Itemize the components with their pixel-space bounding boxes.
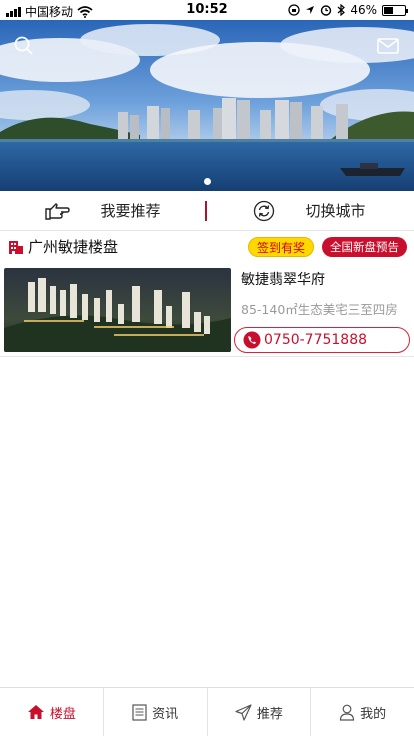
tab-news[interactable]: 资讯 <box>104 688 208 736</box>
hero-banner[interactable] <box>0 20 414 191</box>
section-header: 广州敏捷楼盘 签到有奖 全国新盘预告 <box>0 233 414 259</box>
user-icon <box>340 704 355 721</box>
refresh-icon <box>254 200 275 221</box>
tab-profile[interactable]: 我的 <box>311 688 414 736</box>
building-icon <box>9 240 23 254</box>
recommend-button[interactable]: 我要推荐 <box>0 191 205 231</box>
switch-city-button[interactable]: 切换城市 <box>207 191 412 231</box>
banner-image <box>0 20 414 191</box>
mail-icon[interactable] <box>376 34 400 58</box>
status-right: 46% <box>288 3 408 17</box>
listing-card[interactable]: 敏捷翡翠华府 85-140㎡生态美宅三至四房 0750-7751888 <box>0 265 414 357</box>
battery-fill <box>384 6 394 14</box>
listing-phone-number: 0750-7751888 <box>264 332 368 348</box>
location-icon <box>306 6 315 14</box>
banner-pagination <box>0 178 414 185</box>
tab-recommend[interactable]: 推荐 <box>208 688 312 736</box>
pointing-hand-icon <box>45 202 71 220</box>
search-icon[interactable] <box>12 34 36 58</box>
recommend-label: 我要推荐 <box>100 202 161 220</box>
status-bar: 中国移动 10:52 46% <box>0 0 414 20</box>
listing-name: 敏捷翡翠华府 <box>241 272 325 288</box>
switch-city-label: 切换城市 <box>305 202 366 220</box>
action-row: 我要推荐 切换城市 <box>0 191 414 231</box>
tab-label: 资讯 <box>152 706 179 722</box>
battery-percent: 46% <box>350 3 377 17</box>
listing-description: 85-140㎡生态美宅三至四房 <box>241 302 398 317</box>
rotation-lock-icon <box>288 4 300 16</box>
news-icon <box>132 703 147 721</box>
listing-phone-button[interactable]: 0750-7751888 <box>234 327 410 353</box>
tab-label: 推荐 <box>256 706 283 722</box>
home-icon <box>27 705 44 719</box>
checkin-reward-badge[interactable]: 签到有奖 <box>248 237 315 257</box>
send-icon <box>235 703 252 721</box>
phone-icon <box>243 331 261 349</box>
tab-label: 我的 <box>360 706 387 722</box>
bottom-tab-bar: 楼盘 资讯 推荐 我的 <box>0 687 414 736</box>
section-title-text: 广州敏捷楼盘 <box>28 238 119 256</box>
alarm-icon <box>321 5 332 16</box>
new-project-preview-badge[interactable]: 全国新盘预告 <box>322 237 407 257</box>
listing-thumbnail <box>4 268 231 352</box>
section-title: 广州敏捷楼盘 <box>8 236 118 257</box>
banner-dot[interactable] <box>203 178 211 185</box>
battery-icon <box>382 4 408 16</box>
tab-label: 楼盘 <box>49 706 76 722</box>
tab-properties[interactable]: 楼盘 <box>0 688 104 736</box>
bluetooth-icon <box>337 4 346 16</box>
